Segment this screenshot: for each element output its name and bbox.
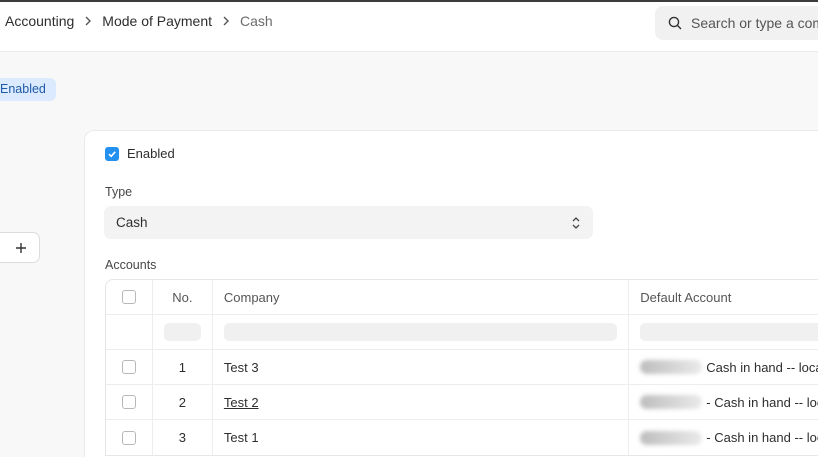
checkmark-icon: [108, 150, 116, 157]
breadcrumb: Accounting Mode of Payment Cash: [5, 13, 273, 29]
enabled-checkbox[interactable]: [105, 146, 119, 161]
select-all-checkbox[interactable]: [121, 290, 136, 304]
chevron-right-icon: [84, 16, 92, 26]
top-navbar: Accounting Mode of Payment Cash Search o…: [0, 0, 818, 52]
enabled-checkbox-row[interactable]: Enabled: [105, 146, 175, 161]
row-company[interactable]: Test 1: [213, 420, 630, 455]
breadcrumb-mode-of-payment[interactable]: Mode of Payment: [102, 13, 212, 29]
row-checkbox[interactable]: [121, 430, 136, 445]
row-company[interactable]: Test 3: [213, 350, 630, 384]
header-checkbox-cell: [106, 280, 153, 314]
row-account-text: - Cash in hand -- loca: [706, 394, 818, 410]
row-no: 2: [153, 385, 213, 419]
row-checkbox[interactable]: [121, 395, 136, 409]
row-default-account[interactable]: Cash in hand -- loca: [629, 350, 818, 384]
row-no: 3: [153, 420, 213, 455]
type-select-value: Cash: [116, 215, 148, 230]
row-default-account[interactable]: - Cash in hand -- loca: [629, 420, 818, 455]
row-account-text: Cash in hand -- loca: [706, 359, 818, 375]
type-select[interactable]: Cash: [104, 206, 593, 239]
add-button[interactable]: [0, 232, 40, 263]
column-header-no[interactable]: No.: [153, 280, 213, 314]
select-arrows-icon: [572, 216, 580, 229]
breadcrumb-current: Cash: [240, 13, 273, 29]
table-row[interactable]: 3 Test 1 - Cash in hand -- loca: [106, 420, 818, 455]
accounts-label: Accounts: [105, 258, 157, 272]
chevron-right-icon: [222, 16, 230, 26]
row-checkbox[interactable]: [121, 360, 136, 374]
enabled-label: Enabled: [127, 146, 175, 161]
filter-input-company[interactable]: [223, 323, 618, 341]
accounts-table: No. Company Default Account 1 Test 3 Cas…: [105, 279, 818, 456]
filter-row: [106, 315, 818, 350]
row-default-account[interactable]: - Cash in hand -- loca: [629, 385, 818, 419]
search-placeholder: Search or type a command: [691, 15, 818, 31]
plus-icon: [16, 242, 26, 253]
search-bar[interactable]: Search or type a command: [655, 6, 818, 40]
search-icon: [668, 16, 682, 30]
redacted-account-code: [640, 395, 703, 409]
row-company[interactable]: Test 2: [213, 385, 630, 419]
form-card: Enabled Type Cash Accounts No. Company D…: [84, 130, 818, 457]
row-checkbox-cell: [106, 350, 153, 384]
table-header-row: No. Company Default Account: [106, 280, 818, 315]
column-header-company[interactable]: Company: [213, 280, 630, 314]
status-badge: Enabled: [0, 78, 56, 101]
redacted-account-code: [640, 360, 703, 374]
table-row[interactable]: 1 Test 3 Cash in hand -- loca: [106, 350, 818, 385]
filter-cell-account: [629, 315, 818, 349]
column-header-default-account[interactable]: Default Account: [629, 280, 818, 314]
table-row[interactable]: 2 Test 2 - Cash in hand -- loca: [106, 385, 818, 420]
filter-input-account[interactable]: [640, 323, 818, 341]
type-label: Type: [105, 185, 133, 199]
row-no: 1: [153, 350, 213, 384]
filter-cell-empty: [106, 315, 153, 349]
row-account-text: - Cash in hand -- loca: [706, 430, 818, 445]
status-badge-label: Enabled: [0, 82, 46, 96]
redacted-account-code: [640, 430, 703, 445]
filter-cell-no: [153, 315, 213, 349]
filter-input-no[interactable]: [163, 323, 201, 341]
row-checkbox-cell: [106, 420, 153, 455]
row-checkbox-cell: [106, 385, 153, 419]
breadcrumb-accounting[interactable]: Accounting: [5, 13, 74, 29]
filter-cell-company: [213, 315, 630, 349]
row-company-link[interactable]: Test 2: [224, 395, 259, 410]
